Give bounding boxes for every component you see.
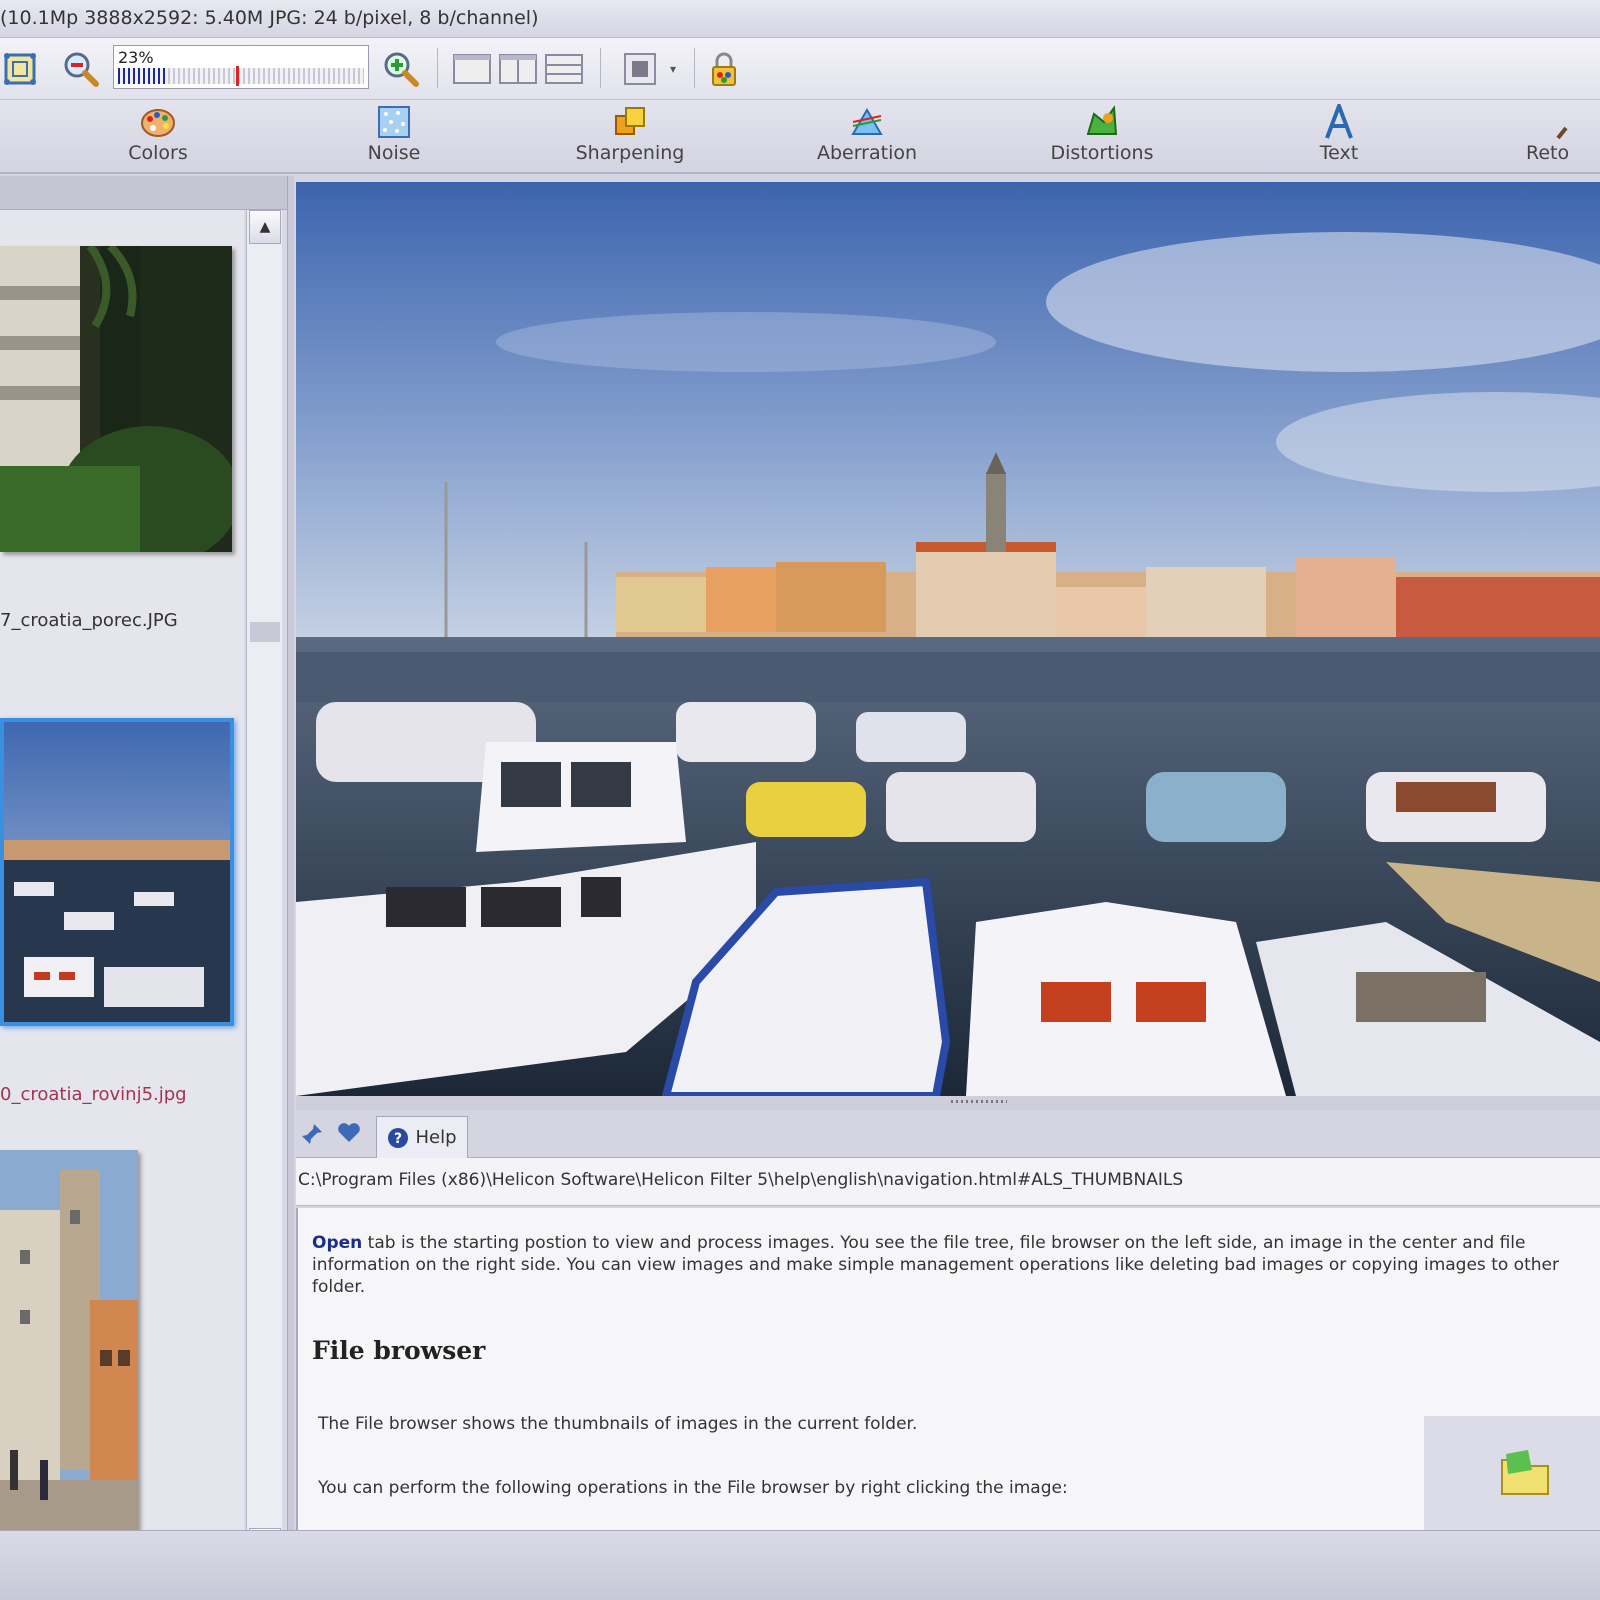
tab-label: Sharpening — [575, 142, 685, 164]
zoom-slider[interactable]: 23% — [113, 45, 369, 89]
toolbar-separator — [437, 48, 438, 88]
svg-text:?: ? — [394, 1131, 402, 1147]
help-paragraph: The File browser shows the thumbnails of… — [318, 1414, 918, 1434]
tab-label: Distortions — [1050, 142, 1154, 164]
tab-label: Aberration — [816, 142, 918, 164]
toolbar-separator — [600, 48, 601, 88]
zoom-fill — [118, 68, 165, 84]
file-browser-scrollbar[interactable]: ▲ ▼ — [246, 210, 282, 1562]
splitter-grip — [951, 1100, 1007, 1103]
thumbnail-image — [0, 243, 240, 566]
zoom-track[interactable] — [118, 66, 364, 86]
help-path-bar[interactable]: C:\Program Files (x86)\Helicon Software\… — [296, 1158, 1600, 1206]
thumbnail-porec[interactable] — [0, 243, 240, 566]
thumbnail-image — [0, 1150, 138, 1532]
tab-colors[interactable]: Colors — [83, 104, 233, 170]
fit-icon[interactable] — [2, 46, 38, 92]
pin-icon[interactable] — [300, 1122, 324, 1150]
fullscreen-dropdown-icon[interactable]: ▾ — [664, 46, 682, 92]
help-paragraph: You can perform the following operations… — [318, 1478, 1068, 1498]
vertical-splitter[interactable] — [287, 176, 294, 1562]
tab-aberration[interactable]: Aberration — [792, 104, 942, 170]
zoom-marker[interactable] — [236, 66, 240, 86]
help-heading: File browser — [312, 1336, 486, 1365]
zoom-percent: 23% — [118, 48, 154, 67]
layout-split-icon[interactable] — [498, 46, 538, 92]
aberration-icon — [851, 108, 883, 135]
image-info-text: (10.1Mp 3888x2592: 5.40M JPG: 24 b/pixel… — [0, 7, 539, 29]
status-bar — [0, 1530, 1600, 1600]
tab-distortions[interactable]: Distortions — [1027, 104, 1177, 170]
help-icon: ? — [388, 1127, 409, 1148]
left-panel: 7_croatia_porec.JPG 0_croatia_rovinj5.jp… — [0, 176, 287, 1562]
title-bar: (10.1Mp 3888x2592: 5.40M JPG: 24 b/pixel… — [0, 0, 1600, 38]
tab-sharpening[interactable]: Sharpening — [555, 104, 705, 170]
tab-label: Colors — [128, 142, 188, 164]
layout-single-icon[interactable] — [452, 46, 492, 92]
file-name: 7_croatia_porec.JPG — [0, 610, 178, 631]
palette-icon — [141, 109, 175, 137]
toolbar-separator — [694, 48, 695, 88]
tab-text[interactable]: Text — [1264, 104, 1414, 170]
tab-help[interactable]: ? Help — [376, 1116, 468, 1158]
harbor-photo — [296, 182, 1600, 1096]
file-browser[interactable]: 7_croatia_porec.JPG 0_croatia_rovinj5.jp… — [0, 210, 244, 1560]
help-tab-label: Help — [415, 1127, 457, 1148]
layout-rows-icon[interactable] — [544, 46, 584, 92]
thumbnail-image — [4, 722, 230, 1022]
help-intro-text: tab is the starting postion to view and … — [312, 1233, 1559, 1297]
folder-icon — [1501, 1450, 1549, 1495]
tab-label: Reto — [1526, 142, 1570, 164]
tab-retouch[interactable]: Reto — [1522, 104, 1600, 170]
sharpening-icon — [615, 107, 645, 135]
help-intro: Open tab is the starting postion to view… — [312, 1232, 1600, 1298]
help-sidebox — [1424, 1416, 1600, 1530]
filter-tabs: Colors Noise Sharpening Aberration Disto… — [0, 100, 1600, 174]
help-content: Open tab is the starting postion to view… — [296, 1208, 1600, 1530]
tab-label: Text — [1319, 142, 1359, 164]
noise-icon — [378, 106, 410, 138]
heart-icon[interactable] — [336, 1122, 362, 1148]
help-intro-bold: Open — [312, 1233, 363, 1253]
horizontal-splitter[interactable] — [296, 1096, 1600, 1110]
image-viewer[interactable] — [296, 182, 1600, 1096]
toolbar: 23% ▾ — [0, 38, 1600, 100]
scroll-up-icon[interactable]: ▲ — [249, 210, 281, 244]
thumbnail-street[interactable] — [0, 1150, 138, 1532]
tab-label: Noise — [367, 142, 421, 164]
distortions-icon — [1086, 105, 1118, 135]
tab-noise[interactable]: Noise — [319, 104, 469, 170]
retouch-icon — [1556, 126, 1568, 140]
help-path: C:\Program Files (x86)\Helicon Software\… — [298, 1170, 1184, 1190]
file-name-selected: 0_croatia_rovinj5.jpg — [0, 1084, 187, 1105]
panel-header — [0, 176, 287, 210]
thumbnail-rovinj-selected[interactable] — [0, 718, 234, 1026]
scroll-thumb[interactable] — [250, 622, 280, 642]
lock-icon[interactable] — [704, 46, 744, 92]
zoom-in-icon[interactable] — [380, 46, 422, 92]
help-tabs: ? Help — [296, 1110, 1600, 1158]
zoom-out-icon[interactable] — [60, 46, 102, 92]
fullscreen-icon[interactable] — [620, 46, 660, 92]
text-icon — [1325, 104, 1353, 139]
